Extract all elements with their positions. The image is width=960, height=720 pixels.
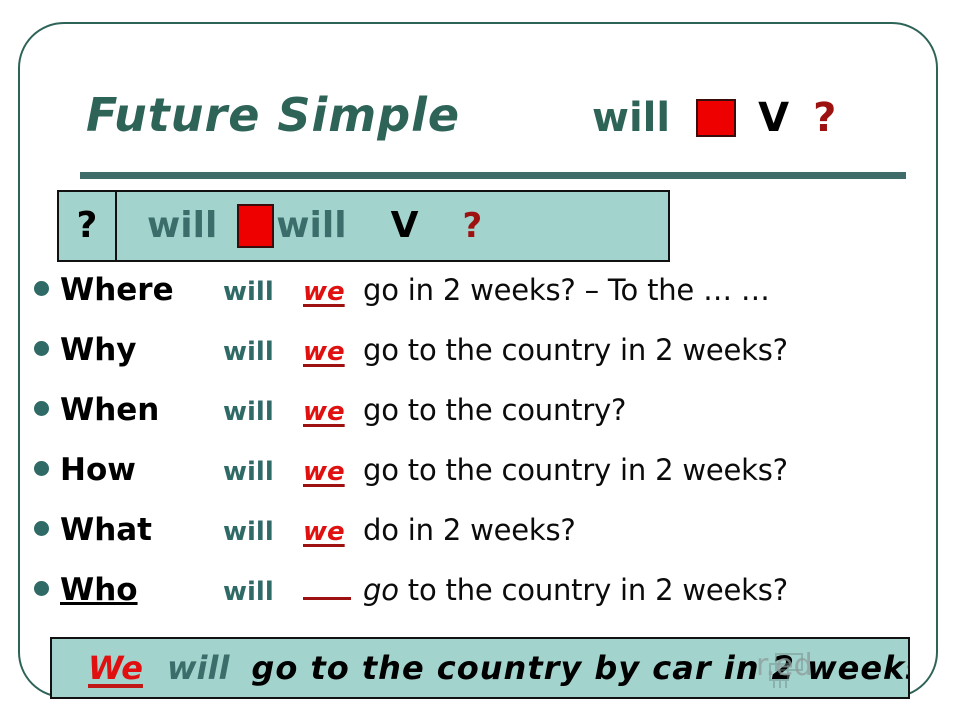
question-rest: go in 2 weeks? – To the … … — [363, 273, 770, 307]
page-title: Future Simple — [86, 88, 461, 142]
formula-verb-symbol: V — [390, 205, 419, 246]
formula-trailing-question-mark: ? — [462, 206, 483, 246]
list-item: When will we go to the country? — [34, 392, 934, 452]
answer-box: We will go to the country by car in 2 we… — [50, 637, 910, 699]
question-word: How — [60, 452, 136, 488]
question-rest: go to the country? — [363, 393, 627, 427]
answer-rest: go to the country by car in 2 weeks. — [251, 649, 910, 687]
question-word: Why — [60, 332, 137, 368]
formula-question-cell: ? — [59, 192, 117, 260]
question-will: will — [223, 577, 274, 607]
formula-box: ? will will V ? — [57, 190, 670, 262]
question-will: will — [223, 337, 274, 367]
bullet-icon — [34, 401, 60, 416]
question-subject: we — [303, 337, 345, 367]
list-item: Where will we go in 2 weeks? – To the … … — [34, 272, 934, 332]
question-verb-italic: go — [363, 573, 399, 607]
bullet-icon — [34, 581, 60, 596]
red-square-icon — [696, 99, 737, 137]
question-will: will — [223, 277, 274, 307]
question-subject: we — [303, 397, 345, 427]
question-subject-blank — [303, 573, 351, 600]
question-word: Who — [60, 572, 138, 608]
list-item: What will we do in 2 weeks? — [34, 512, 934, 572]
header-formula: will V ? — [592, 90, 836, 146]
answer-subject: We — [88, 649, 143, 687]
list-item: Why will we go to the country in 2 weeks… — [34, 332, 934, 392]
bullet-icon — [34, 341, 60, 356]
question-will: will — [223, 517, 274, 547]
formula-question-mark: ? — [76, 205, 98, 246]
question-rest: go to the country in 2 weeks? — [363, 453, 788, 487]
formula-will-first: will — [147, 205, 218, 246]
list-item: How will we go to the country in 2 weeks… — [34, 452, 934, 512]
bullet-icon — [34, 281, 60, 296]
question-subject: we — [303, 517, 345, 547]
header-will-word: will — [592, 95, 671, 141]
question-subject: we — [303, 277, 345, 307]
list-item: Who will go to the country in 2 weeks? — [34, 572, 934, 632]
question-rest: go to the country in 2 weeks? — [363, 333, 788, 367]
question-will: will — [223, 457, 274, 487]
question-word: What — [60, 512, 153, 548]
red-square-icon — [237, 204, 275, 248]
formula-body: will will V ? — [117, 192, 668, 260]
header-verb-symbol: V — [758, 95, 790, 141]
question-word: When — [60, 392, 160, 428]
question-subject: we — [303, 457, 345, 487]
title-divider — [80, 172, 906, 179]
answer-will: will — [166, 649, 230, 687]
question-word: Where — [60, 272, 174, 308]
header-question-mark: ? — [813, 95, 837, 141]
formula-will-second: will — [276, 205, 347, 246]
question-rest-text: to the country in 2 weeks? — [407, 573, 788, 607]
bullet-icon — [34, 461, 60, 476]
bullet-icon — [34, 521, 60, 536]
question-list: Where will we go in 2 weeks? – To the … … — [34, 272, 934, 632]
question-rest: do in 2 weeks? — [363, 513, 576, 547]
question-will: will — [223, 397, 274, 427]
question-rest: go to the country in 2 weeks? — [363, 573, 788, 607]
